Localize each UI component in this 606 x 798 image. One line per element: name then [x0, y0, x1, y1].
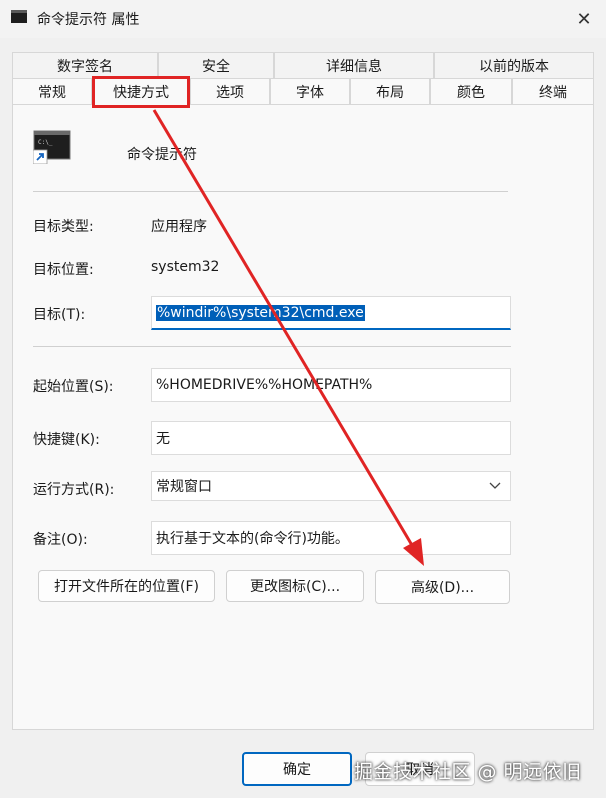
tab-label: 以前的版本 — [479, 58, 549, 75]
tab-label: 常规 — [38, 84, 66, 101]
shortcut-panel — [12, 104, 594, 730]
tab-shortcut[interactable]: 快捷方式 — [92, 76, 190, 106]
target-location-label: 目标位置: — [33, 262, 94, 278]
tab-options[interactable]: 选项 — [190, 78, 270, 104]
tab-previous-versions[interactable]: 以前的版本 — [434, 52, 594, 78]
start-in-value: %HOMEDRIVE%%HOMEPATH% — [156, 377, 373, 393]
tab-terminal[interactable]: 终端 — [512, 78, 594, 104]
target-label: 目标(T): — [33, 307, 86, 323]
tab-label: 颜色 — [457, 84, 485, 101]
chevron-down-icon — [489, 482, 501, 489]
tab-label: 布局 — [376, 84, 404, 101]
divider — [33, 346, 511, 347]
target-type-value: 应用程序 — [151, 219, 207, 235]
tab-font[interactable]: 字体 — [270, 78, 350, 104]
hotkey-input[interactable]: 无 — [151, 421, 511, 455]
svg-text:C:\_: C:\_ — [38, 139, 53, 146]
comment-value: 执行基于文本的(命令行)功能。 — [156, 531, 349, 547]
tab-label: 终端 — [539, 84, 567, 101]
window-title: 命令提示符 属性 — [37, 12, 140, 28]
target-input[interactable]: %windir%\system32\cmd.exe — [151, 296, 511, 330]
tab-layout[interactable]: 布局 — [350, 78, 430, 104]
change-icon-button[interactable]: 更改图标(C)... — [226, 570, 364, 602]
comment-label: 备注(O): — [33, 532, 88, 548]
run-select[interactable]: 常规窗口 — [151, 471, 511, 501]
tab-label: 选项 — [216, 84, 244, 101]
open-location-button[interactable]: 打开文件所在的位置(F) — [38, 570, 215, 602]
run-value: 常规窗口 — [156, 479, 212, 495]
comment-input[interactable]: 执行基于文本的(命令行)功能。 — [151, 521, 511, 555]
start-in-input[interactable]: %HOMEDRIVE%%HOMEPATH% — [151, 368, 511, 402]
advanced-button[interactable]: 高级(D)... — [375, 570, 510, 604]
tab-label: 安全 — [202, 58, 230, 75]
close-icon: ✕ — [576, 8, 592, 30]
cmd-shortcut-icon: C:\_ — [33, 130, 71, 164]
close-button[interactable]: ✕ — [570, 5, 598, 33]
cmd-window-icon — [11, 10, 27, 23]
tab-label: 快捷方式 — [113, 84, 169, 101]
hotkey-label: 快捷键(K): — [33, 432, 100, 448]
tab-digital-signature[interactable]: 数字签名 — [12, 52, 158, 78]
tab-colors[interactable]: 颜色 — [430, 78, 512, 104]
tab-label: 数字签名 — [57, 58, 113, 75]
run-label: 运行方式(R): — [33, 482, 115, 498]
tab-label: 字体 — [296, 84, 324, 101]
tab-details[interactable]: 详细信息 — [274, 52, 434, 78]
start-in-label: 起始位置(S): — [33, 379, 114, 395]
target-value-selected: %windir%\system32\cmd.exe — [156, 304, 365, 321]
ok-button[interactable]: 确定 — [242, 752, 352, 786]
tab-general[interactable]: 常规 — [12, 78, 92, 104]
target-type-label: 目标类型: — [33, 219, 94, 235]
tab-label: 详细信息 — [326, 58, 382, 75]
target-location-value: system32 — [151, 259, 220, 275]
app-name: 命令提示符 — [127, 147, 197, 163]
divider — [33, 191, 508, 192]
hotkey-value: 无 — [156, 431, 170, 447]
watermark: 掘金技术社区 @ 明远依旧 — [354, 761, 582, 783]
tab-security[interactable]: 安全 — [158, 52, 274, 78]
